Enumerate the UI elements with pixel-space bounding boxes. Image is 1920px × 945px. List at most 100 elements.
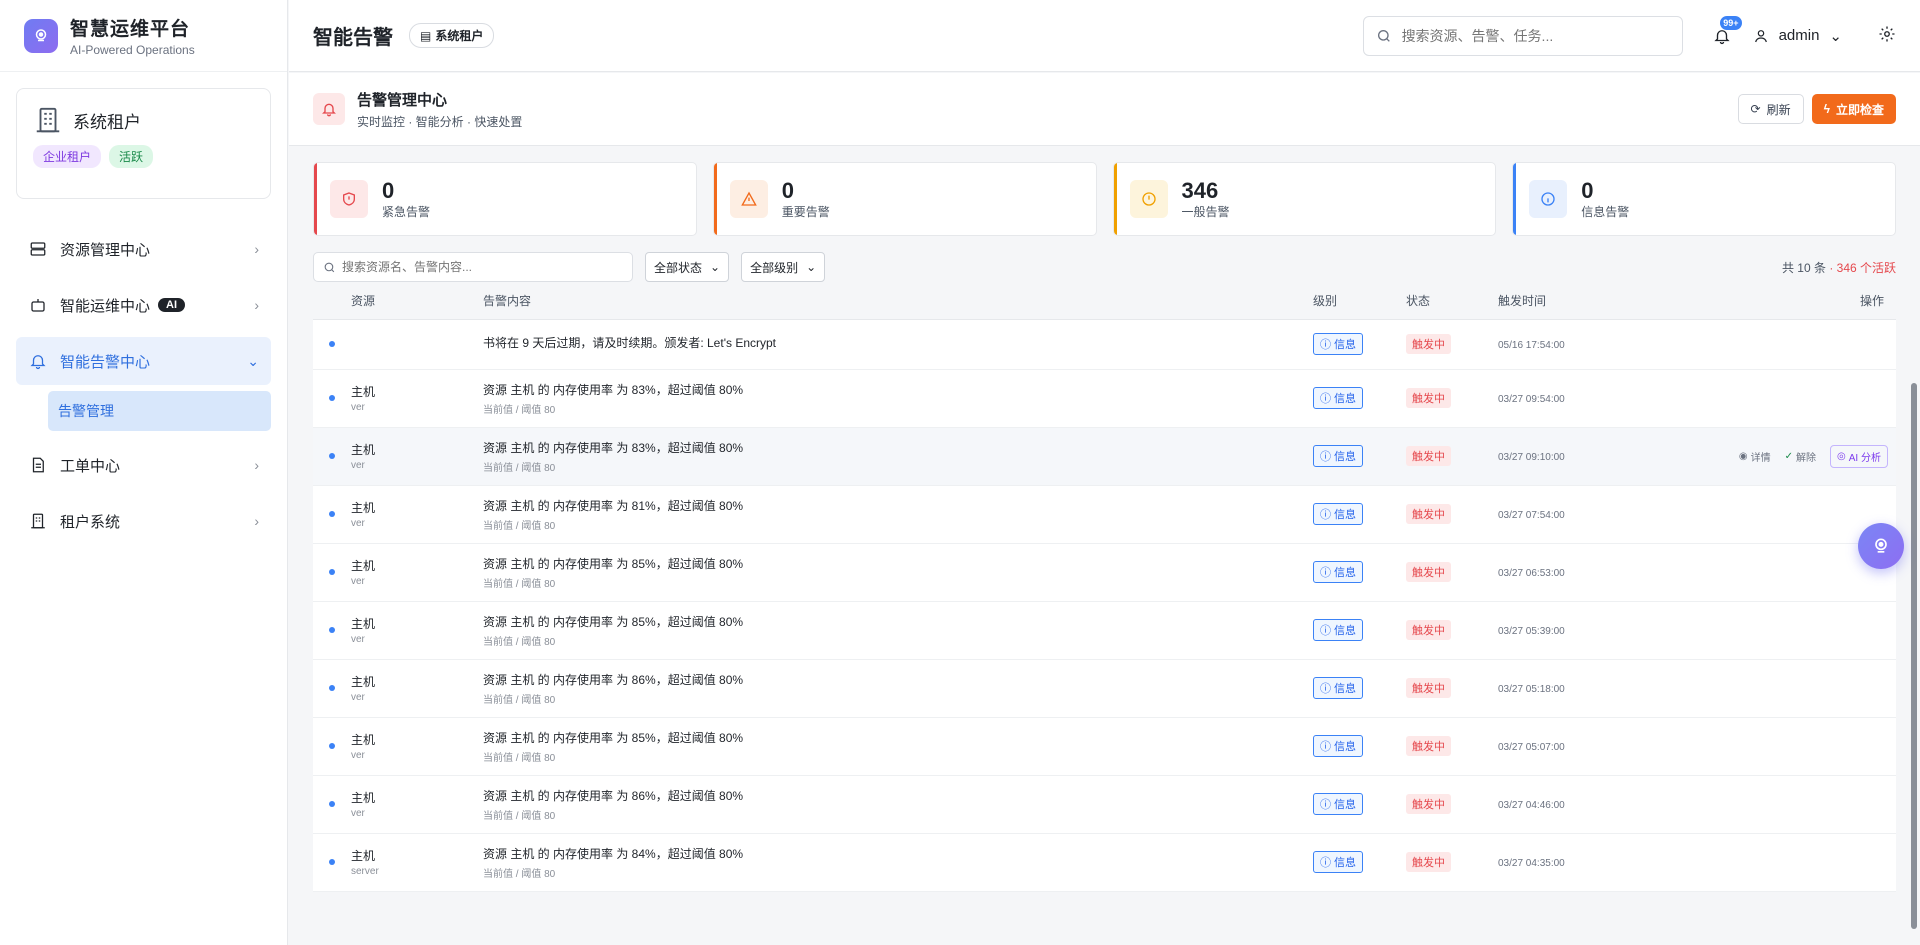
- alert-message: 资源 主机 的 内存使用率 为 85%，超过阈值 80%: [483, 556, 744, 571]
- check-circle-icon: ✓: [1784, 450, 1794, 462]
- brand: 智慧运维平台 AI-Powered Operations: [0, 0, 287, 72]
- alert-search[interactable]: [313, 252, 633, 282]
- stat-major[interactable]: 0 重要告警: [712, 162, 1097, 236]
- server-icon: [28, 239, 48, 259]
- stat-label: 一般告警: [1181, 204, 1230, 219]
- level-badge: ⓘ 信息: [1313, 503, 1363, 525]
- settings-button[interactable]: [1878, 25, 1896, 46]
- col-status: 状态: [1406, 283, 1498, 320]
- ai-assistant-button[interactable]: [1858, 523, 1904, 569]
- active-count: · 346 个活跃: [1829, 260, 1896, 275]
- global-search[interactable]: [1362, 15, 1683, 56]
- table-row[interactable]: 主机 ver 资源 主机 的 内存使用率 为 85%，超过阈值 80% 当前值 / 阈…: [313, 601, 1896, 659]
- page-title: 智能告警: [313, 27, 393, 49]
- chevron-down-icon: ⌄: [806, 260, 817, 274]
- refresh-button[interactable]: ⟳ 刷新: [1737, 94, 1804, 124]
- bell-icon: [28, 351, 48, 371]
- check-now-button[interactable]: ϟ 立即检查: [1811, 94, 1896, 124]
- sidebar-item-alerts[interactable]: 智能告警中心 ⌄: [16, 337, 271, 385]
- scrollbar[interactable]: [1910, 373, 1918, 945]
- table-row[interactable]: 主机 ver 资源 主机 的 内存使用率 为 86%，超过阈值 80% 当前值 / 阈…: [313, 659, 1896, 717]
- resolve-button[interactable]: ✓ 解除: [1785, 449, 1816, 464]
- stat-label: 重要告警: [781, 204, 830, 219]
- table-row[interactable]: 主机 ver 资源 主机 的 内存使用率 为 81%，超过阈值 80% 当前值 / 阈…: [313, 485, 1896, 543]
- chevron-right-icon: ›: [254, 297, 259, 313]
- info-icon: ⓘ: [1320, 393, 1331, 405]
- table-row[interactable]: 书将在 9 天后过期，请及时续期。颁发者: Let's Encrypt ⓘ 信息 触发…: [313, 319, 1896, 369]
- tenant-status-tag: 活跃: [109, 145, 154, 168]
- status-badge: 触发中: [1406, 388, 1451, 408]
- col-time: 触发时间: [1498, 283, 1648, 320]
- resource-name: 主机: [351, 443, 376, 457]
- trigger-time: 05/16 17:54:00: [1498, 340, 1565, 351]
- ai-badge: AI: [158, 298, 186, 312]
- table-row[interactable]: 主机 ver 资源 主机 的 内存使用率 为 83%，超过阈值 80% 当前值 / 阈…: [313, 427, 1896, 485]
- table-row[interactable]: 主机 server 资源 主机 的 内存使用率 为 84%，超过阈值 80% 当前值 …: [313, 833, 1896, 891]
- resource-name: 主机: [351, 849, 376, 863]
- status-badge: 触发中: [1406, 504, 1451, 524]
- level-label: 信息: [1334, 567, 1356, 579]
- trigger-time: 03/27 09:10:00: [1498, 452, 1565, 463]
- stat-label: 紧急告警: [382, 204, 431, 219]
- tenant-pill-label: 系统租户: [435, 29, 484, 43]
- level-filter[interactable]: 全部级别 ⌄: [741, 252, 826, 282]
- level-label: 信息: [1334, 339, 1356, 351]
- stat-info[interactable]: 0 信息告警: [1512, 162, 1896, 236]
- detail-button[interactable]: ◉ 详情: [1739, 449, 1771, 464]
- scrollbar-thumb[interactable]: [1911, 383, 1917, 929]
- user-menu[interactable]: admin ⌄: [1753, 27, 1842, 45]
- table-row[interactable]: 主机 ver 资源 主机 的 内存使用率 为 86%，超过阈值 80% 当前值 / 阈…: [313, 775, 1896, 833]
- sidebar-item-tenants[interactable]: 租户系统 ›: [16, 497, 271, 545]
- status-filter-value: 全部状态: [654, 260, 703, 275]
- stat-critical[interactable]: 0 紧急告警: [313, 162, 697, 236]
- status-dot: [329, 511, 335, 517]
- table-row[interactable]: 主机 ver 资源 主机 的 内存使用率 为 85%，超过阈值 80% 当前值 / 阈…: [313, 543, 1896, 601]
- global-search-input[interactable]: [1401, 27, 1662, 44]
- status-badge: 触发中: [1406, 620, 1451, 640]
- notifications-button[interactable]: 99+: [1711, 14, 1743, 47]
- info-icon: ⓘ: [1320, 799, 1331, 811]
- stat-value: 0: [781, 177, 794, 203]
- resource-type: ver: [351, 460, 365, 471]
- sidebar-item-ops[interactable]: 智能运维中心 AI ›: [16, 281, 271, 329]
- info-icon: ⓘ: [1320, 451, 1331, 463]
- resource-type: server: [351, 866, 379, 877]
- col-level: 级别: [1313, 283, 1406, 320]
- sidebar-item-resources[interactable]: 资源管理中心 ›: [16, 225, 271, 273]
- resource-name: 主机: [351, 385, 376, 399]
- resource-type: ver: [351, 402, 365, 413]
- sidebar-item-tickets[interactable]: 工单中心 ›: [16, 441, 271, 489]
- status-badge: 触发中: [1406, 852, 1451, 872]
- sidebar-subitem-alert-management[interactable]: 告警管理: [48, 391, 271, 431]
- level-badge: ⓘ 信息: [1313, 333, 1363, 355]
- col-resource: 资源: [351, 283, 483, 320]
- tenant-card[interactable]: 系统租户 企业租户 活跃: [16, 88, 271, 199]
- resource-name: 主机: [351, 675, 376, 689]
- stat-label: 信息告警: [1581, 204, 1630, 219]
- status-badge: 触发中: [1406, 736, 1451, 756]
- info-icon: ⓘ: [1320, 683, 1331, 695]
- info-icon: ⓘ: [1320, 857, 1331, 869]
- tenant-pill[interactable]: ▤ 系统租户: [409, 23, 495, 48]
- stat-general[interactable]: 346 一般告警: [1112, 162, 1497, 236]
- resource-name: 主机: [351, 791, 376, 805]
- status-dot: [329, 859, 335, 865]
- ai-analysis-button[interactable]: ◎ AI 分析: [1830, 444, 1888, 468]
- alert-message: 资源 主机 的 内存使用率 为 81%，超过阈值 80%: [483, 498, 744, 513]
- sidebar-item-label: 工单中心: [60, 457, 121, 475]
- status-filter[interactable]: 全部状态 ⌄: [645, 252, 730, 282]
- status-badge: 触发中: [1406, 446, 1451, 466]
- info-icon: ⓘ: [1320, 339, 1331, 351]
- alert-search-input[interactable]: [342, 260, 622, 274]
- table-row[interactable]: 主机 ver 资源 主机 的 内存使用率 为 85%，超过阈值 80% 当前值 / 阈…: [313, 717, 1896, 775]
- level-badge: ⓘ 信息: [1313, 619, 1363, 641]
- table-row[interactable]: 主机 ver 资源 主机 的 内存使用率 为 83%，超过阈值 80% 当前值 / 阈…: [313, 369, 1896, 427]
- resource-type: ver: [351, 692, 365, 703]
- robot-icon: ◎: [1837, 450, 1846, 462]
- robot-icon: [28, 295, 48, 315]
- chevron-right-icon: ›: [254, 457, 259, 473]
- ai-analysis-label: AI 分析: [1848, 452, 1881, 464]
- user-icon: [1754, 29, 1767, 42]
- trigger-time: 03/27 04:46:00: [1498, 800, 1565, 811]
- brand-subtitle: AI-Powered Operations: [70, 43, 195, 57]
